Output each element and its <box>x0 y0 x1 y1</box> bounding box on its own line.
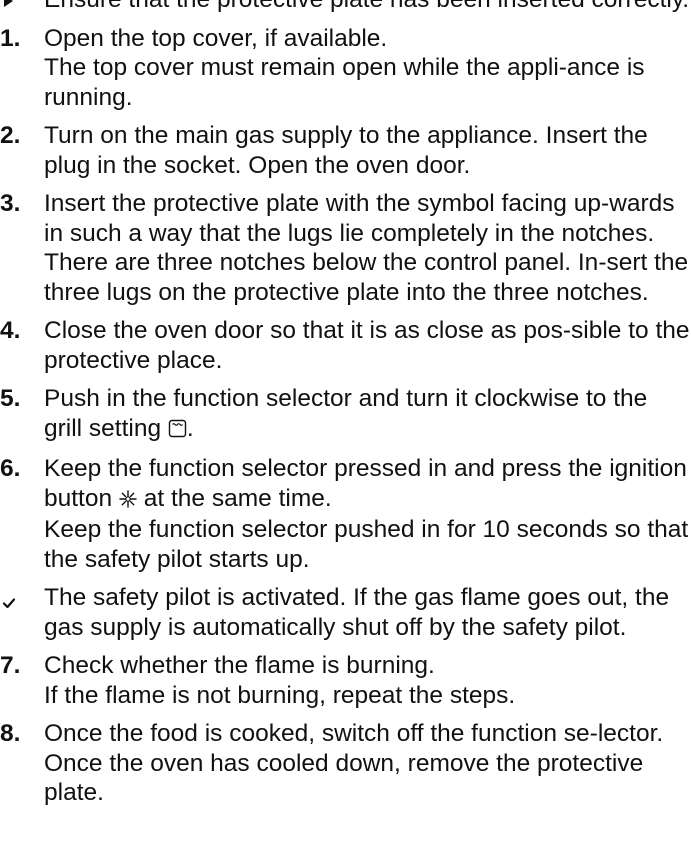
step-text: Once the food is cooked, switch off the … <box>44 720 664 806</box>
step-number: 6. <box>0 455 21 482</box>
step-text: Push in the function selector and turn i… <box>44 384 691 445</box>
step-text-part: Push in the function selector and turn i… <box>44 385 648 442</box>
step-note: The top cover must remain open while the… <box>44 54 645 111</box>
result-text: The safety pilot is activated. If the ga… <box>44 584 670 641</box>
grill-symbol-icon <box>168 416 187 446</box>
step-4: 4. Close the oven door so that it is as … <box>0 316 691 375</box>
step-text: Close the oven door so that it is as clo… <box>44 317 690 374</box>
instructions-page: Ensure that the protective plate has bee… <box>0 0 691 817</box>
step-note: Keep the function selector pushed in for… <box>44 516 689 573</box>
step-text-part: . <box>186 414 194 442</box>
step-text: Insert the protective plate with the sym… <box>44 190 675 247</box>
step-1: 1. Open the top cover, if available. The… <box>0 24 691 113</box>
step-number: 3. <box>0 190 21 217</box>
step-text-part: at the same time. <box>136 484 332 512</box>
step-number: 7. <box>0 652 21 679</box>
ignition-spark-icon <box>119 486 137 516</box>
precondition-text: Ensure that the protective plate has bee… <box>44 0 689 13</box>
result-item: The safety pilot is activated. If the ga… <box>0 583 691 642</box>
step-number: 5. <box>0 385 21 412</box>
step-text: Turn on the main gas supply to the appli… <box>44 122 648 179</box>
precondition-item: Ensure that the protective plate has bee… <box>0 0 691 15</box>
step-note: There are three notches below the contro… <box>44 249 689 306</box>
step-2: 2. Turn on the main gas supply to the ap… <box>0 121 691 180</box>
step-5: 5. Push in the function selector and tur… <box>0 384 691 445</box>
triangle-bullet-icon <box>4 0 13 7</box>
step-number: 1. <box>0 24 21 52</box>
step-text: Check whether the flame is burning. <box>44 652 435 679</box>
step-text: Keep the function selector pressed in an… <box>44 454 691 515</box>
step-number: 2. <box>0 122 21 149</box>
checkmark-icon <box>2 588 16 618</box>
step-note: If the flame is not burning, repeat the … <box>44 681 516 709</box>
step-3: 3. Insert the protective plate with the … <box>0 189 691 307</box>
step-number: 4. <box>0 317 21 344</box>
step-text: Open the top cover, if available. <box>44 24 388 52</box>
step-7: 7. Check whether the flame is burning. I… <box>0 651 691 710</box>
step-8: 8. Once the food is cooked, switch off t… <box>0 719 691 808</box>
step-number: 8. <box>0 720 21 747</box>
step-6: 6. Keep the function selector pressed in… <box>0 454 691 574</box>
